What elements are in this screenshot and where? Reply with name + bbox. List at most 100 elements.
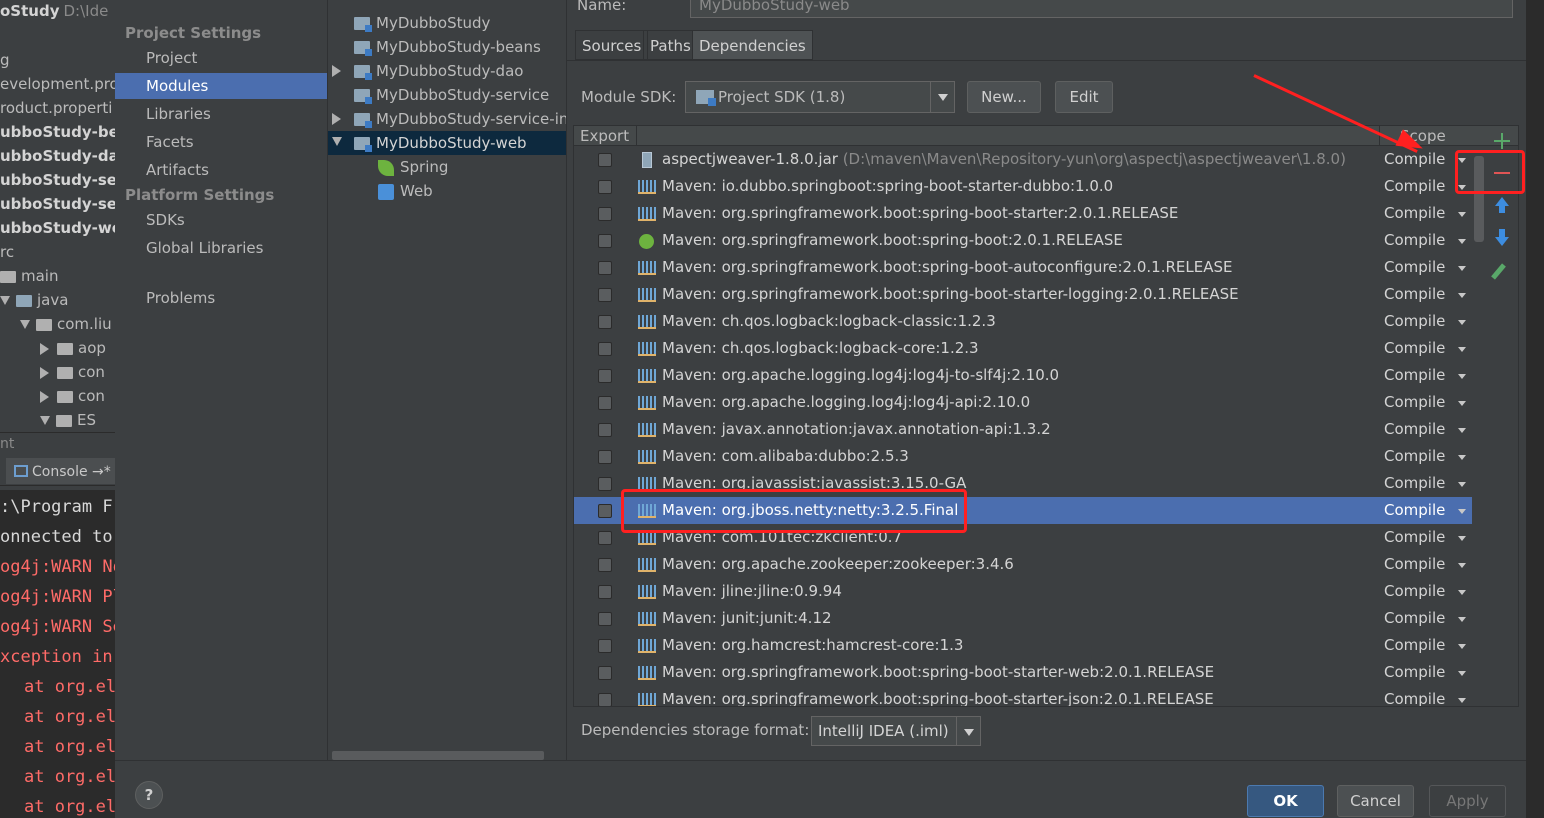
dependencies-table[interactable]: Export Scope aspectjweaver-1.8.0.jar (D:… <box>573 125 1519 707</box>
scope-value[interactable]: Compile <box>1384 632 1445 659</box>
table-row[interactable]: Maven: org.springframework.boot:spring-b… <box>574 200 1472 227</box>
chevron-down-icon[interactable] <box>20 320 30 329</box>
nav-item-artifacts[interactable]: Artifacts <box>115 157 327 183</box>
scope-dropdown-icon[interactable] <box>1458 671 1466 676</box>
export-checkbox[interactable] <box>598 693 612 706</box>
export-checkbox[interactable] <box>598 207 612 221</box>
move-down-icon[interactable] <box>1492 229 1512 249</box>
export-checkbox[interactable] <box>598 153 612 167</box>
scope-value[interactable]: Compile <box>1384 389 1445 416</box>
table-row[interactable]: Maven: org.springframework.boot:spring-b… <box>574 281 1472 308</box>
tab-sources[interactable]: Sources <box>575 30 649 60</box>
export-checkbox[interactable] <box>598 666 612 680</box>
add-icon[interactable] <box>1492 131 1512 151</box>
export-checkbox[interactable] <box>598 585 612 599</box>
help-button[interactable]: ? <box>135 781 163 809</box>
table-row[interactable]: Maven: org.apache.logging.log4j:log4j-ap… <box>574 389 1472 416</box>
nav-item-modules[interactable]: Modules <box>115 73 327 99</box>
scope-dropdown-icon[interactable] <box>1458 428 1466 433</box>
scope-value[interactable]: Compile <box>1384 281 1445 308</box>
chevron-down-icon[interactable] <box>956 717 980 745</box>
move-up-icon[interactable] <box>1492 197 1512 217</box>
module-tree-item[interactable]: MyDubboStudy <box>328 11 566 35</box>
table-row[interactable]: Maven: javax.annotation:javax.annotation… <box>574 416 1472 443</box>
export-checkbox[interactable] <box>598 477 612 491</box>
chevron-right-icon[interactable] <box>40 390 49 403</box>
scope-value[interactable]: Compile <box>1384 470 1445 497</box>
chevron-right-icon[interactable] <box>332 65 341 77</box>
edit-sdk-button[interactable]: Edit <box>1055 81 1113 113</box>
project-tree-item[interactable]: ubboStudy-ser <box>0 168 115 192</box>
chevron-down-icon[interactable] <box>332 137 342 146</box>
scope-value[interactable]: Compile <box>1384 551 1445 578</box>
scope-value[interactable]: Compile <box>1384 227 1445 254</box>
scope-dropdown-icon[interactable] <box>1458 563 1466 568</box>
project-tree-item[interactable]: con <box>0 360 115 384</box>
table-row[interactable]: Maven: junit:junit:4.12 Compile <box>574 605 1472 632</box>
chevron-down-icon[interactable] <box>0 296 10 305</box>
module-tree-item[interactable]: MyDubboStudy-beans <box>328 35 566 59</box>
scope-value[interactable]: Compile <box>1384 254 1445 281</box>
module-sdk-select[interactable]: Project SDK (1.8) <box>685 81 955 113</box>
tab-dependencies[interactable]: Dependencies <box>692 30 813 60</box>
scope-dropdown-icon[interactable] <box>1458 212 1466 217</box>
export-checkbox[interactable] <box>598 315 612 329</box>
table-row[interactable]: Maven: jline:jline:0.9.94 Compile <box>574 578 1472 605</box>
scope-dropdown-icon[interactable] <box>1458 644 1466 649</box>
scope-dropdown-icon[interactable] <box>1458 536 1466 541</box>
project-tree-item[interactable]: ES <box>0 408 115 432</box>
table-row[interactable]: aspectjweaver-1.8.0.jar (D:\maven\Maven\… <box>574 146 1472 173</box>
scope-value[interactable]: Compile <box>1384 659 1445 686</box>
scope-value[interactable]: Compile <box>1384 416 1445 443</box>
scope-value[interactable]: Compile <box>1384 200 1445 227</box>
project-tree-item[interactable]: main <box>0 264 115 288</box>
chevron-right-icon[interactable] <box>332 113 341 125</box>
project-tree-item[interactable]: evelopment.pro <box>0 72 115 96</box>
export-checkbox[interactable] <box>598 261 612 275</box>
module-tree-item[interactable]: MyDubboStudy-dao <box>328 59 566 83</box>
table-row[interactable]: Maven: io.dubbo.springboot:spring-boot-s… <box>574 173 1472 200</box>
scope-dropdown-icon[interactable] <box>1458 293 1466 298</box>
storage-format-select[interactable]: IntelliJ IDEA (.iml) <box>811 716 981 746</box>
export-column-header[interactable]: Export <box>580 126 629 146</box>
table-row[interactable]: Maven: org.apache.logging.log4j:log4j-to… <box>574 362 1472 389</box>
table-row[interactable]: Maven: org.hamcrest:hamcrest-core:1.3 Com… <box>574 632 1472 659</box>
scope-dropdown-icon[interactable] <box>1458 401 1466 406</box>
export-checkbox[interactable] <box>598 180 612 194</box>
project-tree-item[interactable]: g <box>0 48 115 72</box>
table-row[interactable]: Maven: org.apache.zookeeper:zookeeper:3.… <box>574 551 1472 578</box>
module-tree-scrollbar[interactable] <box>332 751 544 760</box>
edit-pencil-icon[interactable] <box>1491 261 1512 281</box>
table-row[interactable]: Maven: org.springframework.boot:spring-b… <box>574 659 1472 686</box>
scope-value[interactable]: Compile <box>1384 335 1445 362</box>
project-tree-item[interactable]: aop <box>0 336 115 360</box>
export-checkbox[interactable] <box>598 639 612 653</box>
console-tab[interactable]: Console →* <box>6 458 115 484</box>
project-tree[interactable]: g evelopment.pro roduct.properti ubboStudy-… <box>0 48 115 432</box>
chevron-right-icon[interactable] <box>40 366 49 379</box>
project-tree-item[interactable]: con <box>0 384 115 408</box>
nav-item-libraries[interactable]: Libraries <box>115 101 327 127</box>
project-tree-item[interactable]: ubboStudy-dao <box>0 144 115 168</box>
scope-value[interactable]: Compile <box>1384 524 1445 551</box>
export-checkbox[interactable] <box>598 369 612 383</box>
module-name-input[interactable]: MyDubboStudy-web <box>690 0 1513 18</box>
export-checkbox[interactable] <box>598 558 612 572</box>
export-checkbox[interactable] <box>598 531 612 545</box>
scope-dropdown-icon[interactable] <box>1458 590 1466 595</box>
export-checkbox[interactable] <box>598 450 612 464</box>
module-tree-item[interactable]: Spring <box>328 155 566 179</box>
scope-dropdown-icon[interactable] <box>1458 455 1466 460</box>
table-row[interactable]: Maven: org.springframework.boot:spring-b… <box>574 254 1472 281</box>
scope-value[interactable]: Compile <box>1384 497 1445 524</box>
apply-button[interactable]: Apply <box>1429 785 1506 817</box>
export-checkbox[interactable] <box>598 342 612 356</box>
project-tree-item[interactable]: java <box>0 288 115 312</box>
project-tree-item[interactable]: ubboStudy-ser <box>0 192 115 216</box>
scope-dropdown-icon[interactable] <box>1458 509 1466 514</box>
chevron-right-icon[interactable] <box>40 342 49 355</box>
table-row[interactable]: Maven: org.springframework.boot:spring-b… <box>574 227 1472 254</box>
export-checkbox[interactable] <box>598 396 612 410</box>
module-tree-item[interactable]: MyDubboStudy-service-in <box>328 107 566 131</box>
table-row[interactable]: Maven: com.alibaba:dubbo:2.5.3 Compile <box>574 443 1472 470</box>
